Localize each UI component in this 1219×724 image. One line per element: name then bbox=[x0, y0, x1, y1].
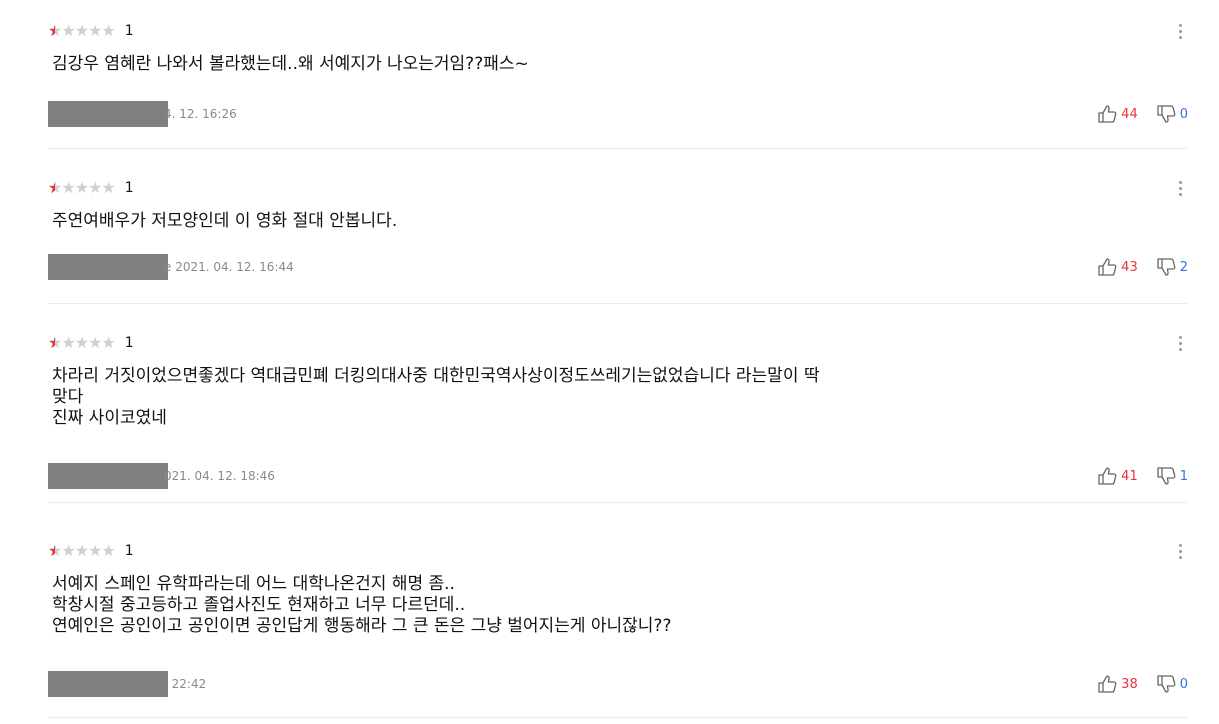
star-rating-icon: ★★★★★★★★★★ bbox=[48, 178, 116, 197]
star-rating-icon: ★★★★★★★★★★ bbox=[48, 21, 116, 40]
like-button[interactable]: 43 bbox=[1097, 257, 1138, 277]
vote-group: 43 2 bbox=[1097, 254, 1188, 280]
review-meta: e 2021. 04. 12. 16:44 bbox=[48, 254, 294, 280]
dislike-button[interactable]: 2 bbox=[1156, 257, 1188, 277]
more-options-button[interactable] bbox=[1172, 20, 1188, 42]
rating-score: 1 bbox=[124, 23, 134, 39]
rating-score: 1 bbox=[124, 543, 134, 559]
like-count: 41 bbox=[1121, 468, 1138, 484]
more-options-button[interactable] bbox=[1172, 332, 1188, 354]
redacted-author bbox=[48, 101, 168, 127]
rating: ★★★★★★★★★★ 1 bbox=[48, 177, 134, 199]
thumbs-down-icon bbox=[1157, 675, 1176, 693]
like-button[interactable]: 38 bbox=[1097, 674, 1138, 694]
like-button[interactable]: 44 bbox=[1097, 104, 1138, 124]
review-item: ★★★★★★★★★★ 1 서예지 스페인 유학파라는데 어느 대학나온건지 해명… bbox=[48, 540, 1188, 718]
thumbs-down-icon bbox=[1157, 105, 1176, 123]
vote-group: 44 0 bbox=[1097, 101, 1188, 127]
review-text: 차라리 거짓이었으면좋겠다 역대급민폐 더킹의대사중 대한민국역사상이정도쓰레기… bbox=[52, 366, 820, 428]
review-item: ★★★★★★★★★★ 1 차라리 거짓이었으면좋겠다 역대급민폐 더킹의대사중 … bbox=[48, 332, 1188, 503]
thumbs-up-icon bbox=[1098, 258, 1117, 276]
dislike-button[interactable]: 0 bbox=[1156, 104, 1188, 124]
review-date: . 22:42 bbox=[164, 677, 207, 691]
like-count: 38 bbox=[1121, 676, 1138, 692]
rating: ★★★★★★★★★★ 1 bbox=[48, 332, 134, 354]
thumbs-up-icon bbox=[1098, 467, 1117, 485]
dislike-button[interactable]: 0 bbox=[1156, 674, 1188, 694]
review-text: 김강우 염혜란 나와서 볼라했는데..왜 서예지가 나오는거임??패스~ bbox=[52, 54, 529, 74]
review-text: 주연여배우가 저모양인데 이 영화 절대 안봅니다. bbox=[52, 211, 398, 231]
like-button[interactable]: 41 bbox=[1097, 466, 1138, 486]
rating-score: 1 bbox=[124, 335, 134, 351]
thumbs-down-icon bbox=[1157, 258, 1176, 276]
review-item: ★★★★★★★★★★ 1 김강우 염혜란 나와서 볼라했는데..왜 서예지가 나… bbox=[48, 20, 1188, 149]
review-text: 서예지 스페인 유학파라는데 어느 대학나온건지 해명 좀.. 학창시절 중고등… bbox=[52, 574, 672, 636]
dislike-count: 0 bbox=[1179, 676, 1188, 692]
like-count: 43 bbox=[1121, 259, 1138, 275]
review-date: e 2021. 04. 12. 16:44 bbox=[164, 260, 294, 274]
thumbs-up-icon bbox=[1098, 675, 1117, 693]
more-options-button[interactable] bbox=[1172, 177, 1188, 199]
more-options-button[interactable] bbox=[1172, 540, 1188, 562]
star-rating-icon: ★★★★★★★★★★ bbox=[48, 541, 116, 560]
vote-group: 41 1 bbox=[1097, 463, 1188, 489]
dislike-count: 2 bbox=[1179, 259, 1188, 275]
dislike-count: 1 bbox=[1179, 468, 1188, 484]
rating-score: 1 bbox=[124, 180, 134, 196]
star-rating-icon: ★★★★★★★★★★ bbox=[48, 333, 116, 352]
redacted-author bbox=[48, 671, 168, 697]
review-date: 4. 12. 16:26 bbox=[164, 107, 237, 121]
thumbs-down-icon bbox=[1157, 467, 1176, 485]
rating: ★★★★★★★★★★ 1 bbox=[48, 20, 134, 42]
vote-group: 38 0 bbox=[1097, 671, 1188, 697]
review-meta: 021. 04. 12. 18:46 bbox=[48, 463, 275, 489]
review-item: ★★★★★★★★★★ 1 주연여배우가 저모양인데 이 영화 절대 안봅니다. … bbox=[48, 177, 1188, 304]
redacted-author bbox=[48, 463, 168, 489]
dislike-count: 0 bbox=[1179, 106, 1188, 122]
thumbs-up-icon bbox=[1098, 105, 1117, 123]
dislike-button[interactable]: 1 bbox=[1156, 466, 1188, 486]
rating: ★★★★★★★★★★ 1 bbox=[48, 540, 134, 562]
review-meta: 4. 12. 16:26 bbox=[48, 101, 237, 127]
redacted-author bbox=[48, 254, 168, 280]
review-meta: . 22:42 bbox=[48, 671, 206, 697]
like-count: 44 bbox=[1121, 106, 1138, 122]
review-date: 021. 04. 12. 18:46 bbox=[164, 469, 275, 483]
